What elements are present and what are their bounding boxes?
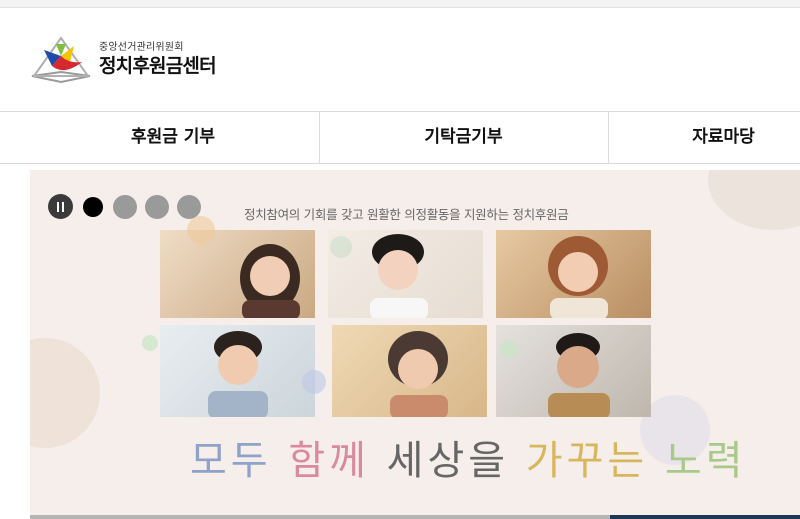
decor-circle (708, 170, 800, 230)
nav-item-deposit-donation[interactable]: 기탁금기부 (319, 112, 607, 163)
slide-dot-4[interactable] (177, 194, 201, 219)
main-navigation: 후원금 기부 기탁금기부 자료마당 (0, 111, 800, 164)
slide-dot-3[interactable] (145, 194, 169, 219)
slider-controls (48, 194, 209, 219)
decor-bokeh (330, 236, 352, 258)
decor-bokeh (500, 340, 518, 358)
decor-bokeh (187, 216, 215, 244)
nav-item-resources[interactable]: 자료마당 (608, 112, 800, 163)
logo-emblem-icon (31, 36, 91, 84)
decor-circle (30, 338, 100, 448)
slogan-part: 모두 (190, 438, 272, 484)
site-header: 중앙선거관리위원회 정치후원금센터 (0, 8, 800, 111)
campaign-photo-3 (496, 230, 651, 318)
slide-dot-2[interactable] (113, 194, 137, 219)
decor-bokeh (302, 370, 326, 394)
pause-icon (56, 197, 66, 216)
slide-dot-1[interactable] (83, 196, 103, 217)
decor-bokeh (142, 335, 158, 351)
main-banner-slider: 정치참여의 기회를 갖고 원활한 의정활동을 지원하는 정치후원금 모두 함께 … (30, 170, 800, 515)
campaign-slogan: 모두 함께 세상을 가꾸는 노력 (190, 428, 747, 486)
campaign-photo-6 (496, 325, 651, 417)
campaign-photo-4 (160, 325, 315, 417)
logo-title: 정치후원금센터 (99, 55, 217, 77)
slogan-part: 가꾸는 (525, 438, 649, 484)
pause-button[interactable] (48, 194, 73, 219)
slogan-part: 함께 (288, 438, 370, 484)
campaign-photo-5 (332, 325, 487, 417)
campaign-photo-1 (160, 230, 315, 318)
nav-item-donation[interactable]: 후원금 기부 (28, 112, 318, 163)
banner-bottom-bar-accent (610, 515, 800, 519)
slogan-part: 노력 (664, 438, 747, 484)
top-utility-strip (0, 0, 800, 8)
banner-tagline: 정치참여의 기회를 갖고 원활한 의정활동을 지원하는 정치후원금 (244, 207, 569, 222)
slogan-part: 세상을 (386, 438, 510, 484)
site-logo-link[interactable]: 중앙선거관리위원회 정치후원금센터 (30, 32, 270, 86)
